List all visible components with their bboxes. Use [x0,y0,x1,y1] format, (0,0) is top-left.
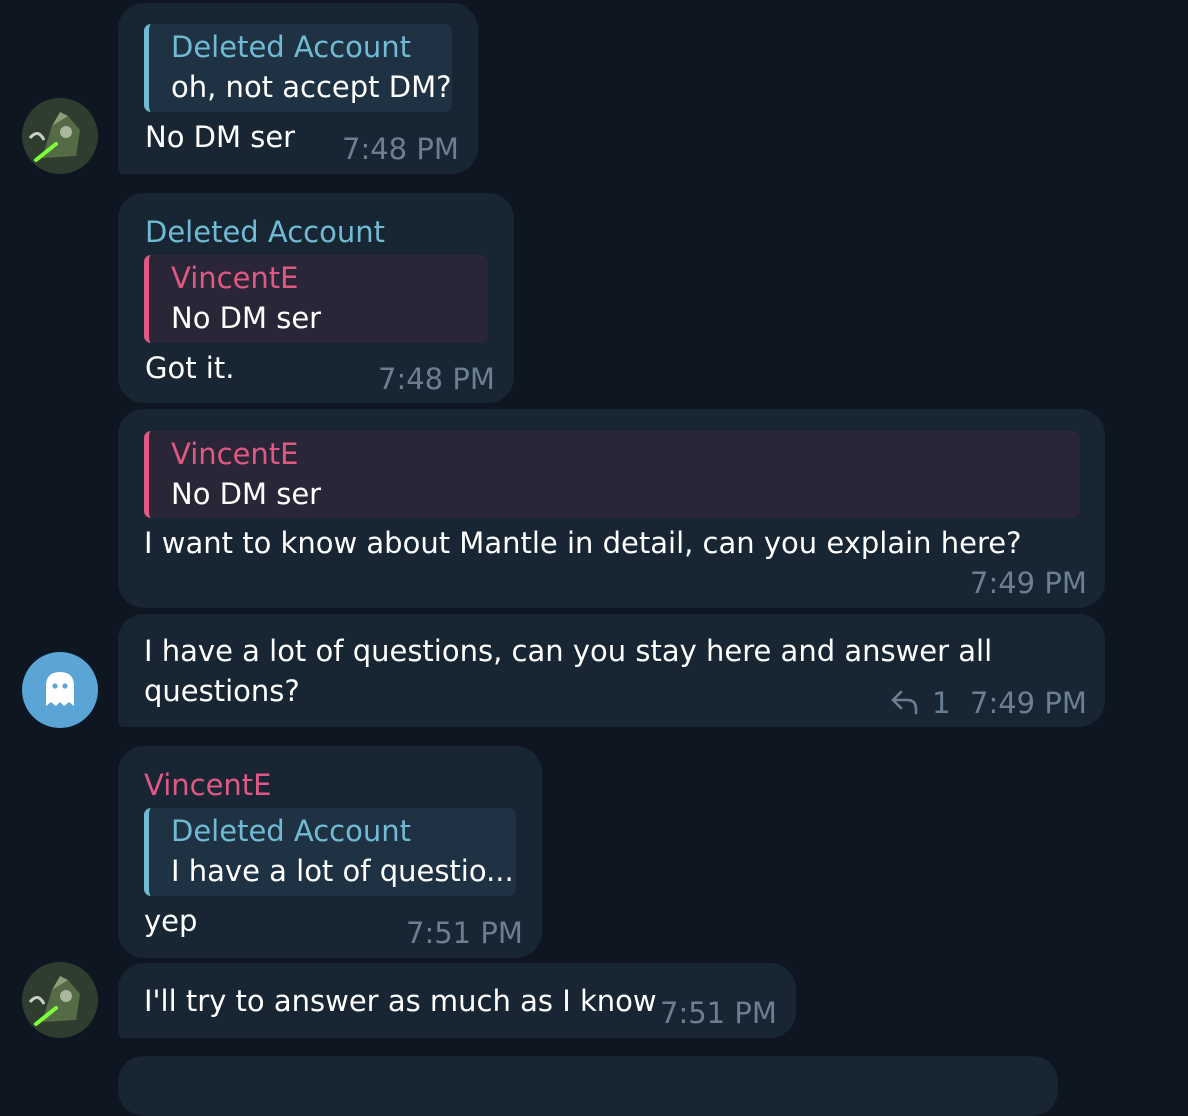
reply-text: I have a lot of questio... [171,854,514,888]
message-text: yep [144,904,198,938]
avatar-knight-image [22,962,98,1038]
reply-arrow-icon[interactable] [890,688,920,716]
message-text: questions? [144,674,300,708]
message-text: Got it. [145,351,235,385]
user-avatar[interactable] [22,962,98,1038]
message-bubble[interactable]: Deleted Account oh, not accept DM? No DM… [118,3,478,174]
message-bubble[interactable]: VincentE No DM ser I want to know about … [118,409,1105,608]
user-avatar[interactable] [22,98,98,174]
message-text: No DM ser [145,120,296,154]
reply-text: oh, not accept DM? [171,70,452,104]
message-bubble[interactable]: VincentE Deleted Account I have a lot of… [118,746,542,958]
reply-quote[interactable]: VincentE No DM ser [144,255,488,343]
ghost-icon [46,672,74,706]
sender-name[interactable]: VincentE [144,767,272,803]
avatar-knight-image [22,98,98,174]
reply-quote[interactable]: Deleted Account I have a lot of questio.… [144,808,516,896]
reply-quote[interactable]: Deleted Account oh, not accept DM? [144,24,452,112]
message-bubble[interactable]: I have a lot of questions, can you stay … [118,614,1105,727]
reply-text: No DM ser [171,477,322,511]
message-text: I want to know about Mantle in detail, c… [144,526,1022,560]
reply-count[interactable]: 1 [932,685,950,721]
sender-name[interactable]: Deleted Account [145,214,385,250]
message-bubble-partial[interactable] [118,1056,1058,1116]
message-text: I'll try to answer as much as I know [144,984,657,1018]
user-avatar[interactable] [22,652,98,728]
reply-sender-name: VincentE [171,261,299,295]
message-time: 7:49 PM [970,566,1087,600]
reply-text: No DM ser [171,301,322,335]
message-time: 7:48 PM [342,132,459,166]
message-bubble[interactable]: Deleted Account VincentE No DM ser Got i… [118,193,514,403]
message-text: I have a lot of questions, can you stay … [144,634,993,668]
reply-sender-name: VincentE [171,437,299,471]
message-bubble[interactable]: I'll try to answer as much as I know 7:5… [118,963,796,1038]
message-time: 7:49 PM [970,686,1087,720]
reply-quote[interactable]: VincentE No DM ser [144,431,1080,518]
reply-sender-name: Deleted Account [171,30,412,64]
message-time: 7:48 PM [378,362,495,396]
message-time: 7:51 PM [406,916,523,950]
reply-sender-name: Deleted Account [171,814,412,848]
message-time: 7:51 PM [660,996,777,1030]
